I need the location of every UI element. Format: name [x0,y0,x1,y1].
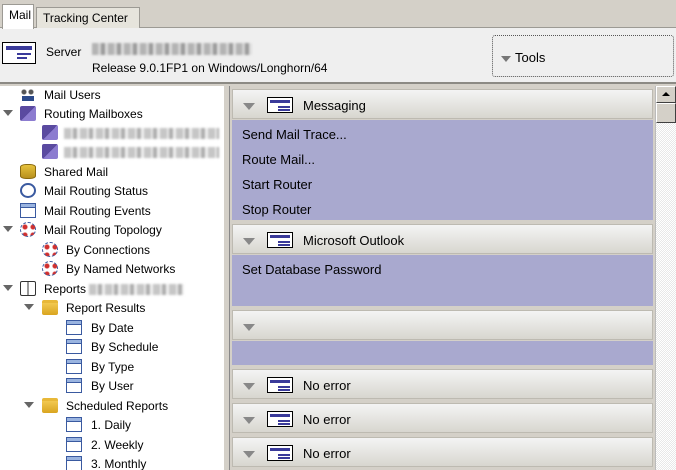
tree-item-routing-mailboxes[interactable]: Routing Mailboxes [0,105,220,123]
redacted-text [89,284,185,296]
topology-icon [42,242,58,257]
tree-item-scheduled-reports[interactable]: Scheduled Reports [0,397,220,415]
mailbox-icon [20,106,36,121]
tree-item-mail-users[interactable]: Mail Users [0,86,220,104]
server-label: Server [46,45,82,59]
mailbox-icon [42,144,58,159]
mail-icon [267,445,293,461]
gauge-icon [20,183,36,198]
tree-item-by-connections[interactable]: By Connections [0,241,220,259]
table-icon [66,339,82,354]
table-icon [66,320,82,335]
tools-button[interactable]: Tools [492,35,674,77]
book-icon [20,281,36,296]
pane-splitter[interactable] [223,86,230,470]
expand-icon[interactable] [24,402,34,408]
chevron-down-icon [243,451,255,458]
folder-icon [42,300,58,315]
tree-item-report-results[interactable]: Report Results [0,299,220,317]
action-set-database-password[interactable]: Set Database Password [242,262,381,277]
table-icon [66,378,82,393]
chevron-down-icon [501,56,511,62]
table-icon [20,203,36,218]
mail-icon [267,411,293,427]
redacted-text [64,147,219,159]
tree-item-by-type[interactable]: By Type [0,358,220,376]
tab-bar: Mail Tracking Center [0,0,676,29]
tree-item-daily[interactable]: 1. Daily [0,416,220,434]
chevron-down-icon [243,103,255,110]
chevron-down-icon [243,383,255,390]
section-outlook-body: Set Database Password [232,255,653,306]
server-name-redacted [92,43,252,55]
tree-item-mail-routing-status[interactable]: Mail Routing Status [0,182,220,200]
tree-item-reports[interactable]: Reports [0,280,222,298]
table-icon [66,456,82,470]
server-icon [2,42,36,64]
table-icon [66,437,82,452]
action-start-router[interactable]: Start Router [242,177,312,192]
tree-item-mailbox-2[interactable] [0,143,222,161]
section-no-error-3[interactable]: No error [232,437,653,467]
scroll-thumb[interactable] [656,103,676,123]
action-stop-router[interactable]: Stop Router [242,202,311,217]
users-icon [20,87,36,102]
expand-icon[interactable] [3,226,13,232]
server-header: Server Release 9.0.1FP1 on Windows/Longh… [0,28,676,84]
tab-tracking-center[interactable]: Tracking Center [36,7,140,28]
tree-item-by-date[interactable]: By Date [0,319,220,337]
section-empty-body [232,341,653,365]
section-no-error-2[interactable]: No error [232,403,653,433]
release-info: Release 9.0.1FP1 on Windows/Longhorn/64 [92,61,328,75]
expand-icon[interactable] [24,304,34,310]
chevron-down-icon [243,324,255,331]
section-messaging-body: Send Mail Trace... Route Mail... Start R… [232,120,653,220]
action-route-mail[interactable]: Route Mail... [242,152,315,167]
tree-item-by-schedule[interactable]: By Schedule [0,338,220,356]
tab-mail[interactable]: Mail [2,4,34,29]
section-outlook-header[interactable]: Microsoft Outlook [232,224,653,254]
table-icon [66,359,82,374]
folder-icon [42,398,58,413]
chevron-down-icon [243,238,255,245]
topology-icon [20,222,36,237]
tree-item-monthly[interactable]: 3. Monthly [0,455,220,470]
tree-item-weekly[interactable]: 2. Weekly [0,436,220,454]
tree-item-mail-routing-events[interactable]: Mail Routing Events [0,202,220,220]
tree-item-mailbox-1[interactable] [0,124,222,142]
section-no-error-1[interactable]: No error [232,369,653,399]
tree-item-mail-routing-topology[interactable]: Mail Routing Topology [0,221,220,239]
database-icon [20,164,36,179]
expand-icon[interactable] [3,285,13,291]
action-send-mail-trace[interactable]: Send Mail Trace... [242,127,347,142]
section-empty-header[interactable] [232,310,653,340]
tools-label: Tools [515,50,546,65]
vertical-scrollbar[interactable] [655,86,676,470]
redacted-text [64,128,219,140]
tree-item-by-named-networks[interactable]: By Named Networks [0,260,220,278]
table-icon [66,417,82,432]
tree-item-by-user[interactable]: By User [0,377,220,395]
mail-icon [267,232,293,248]
mail-icon [267,377,293,393]
section-messaging-header[interactable]: Messaging [232,89,653,119]
scroll-up-button[interactable] [656,86,676,103]
chevron-down-icon [243,417,255,424]
tree-item-shared-mail[interactable]: Shared Mail [0,163,220,181]
mail-icon [267,97,293,113]
expand-icon[interactable] [3,110,13,116]
tools-panel: Messaging Send Mail Trace... Route Mail.… [230,86,655,470]
navigation-tree: Mail Users Routing Mailboxes Shared Mail… [0,86,223,470]
topology-icon [42,261,58,276]
mailbox-icon [42,125,58,140]
